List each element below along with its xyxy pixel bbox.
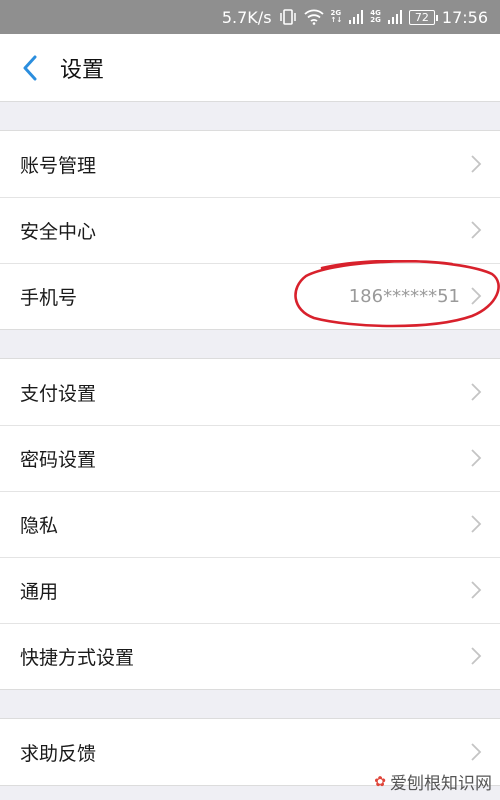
- chevron-right-icon: [470, 286, 482, 306]
- network-2g-label: 2G ↑↓: [330, 9, 343, 24]
- settings-group-general: 支付设置 密码设置 隐私 通用 快捷方式设置: [0, 358, 500, 690]
- battery-icon: 72: [408, 9, 438, 25]
- settings-item-account-management[interactable]: 账号管理: [0, 131, 500, 197]
- chevron-right-icon: [470, 220, 482, 240]
- settings-item-shortcuts[interactable]: 快捷方式设置: [0, 623, 500, 689]
- settings-item-password[interactable]: 密码设置: [0, 425, 500, 491]
- chevron-right-icon: [470, 448, 482, 468]
- wifi-icon: [303, 9, 324, 25]
- back-button[interactable]: [0, 34, 60, 102]
- watermark: ✿ 爱刨根知识网: [374, 769, 492, 795]
- back-arrow-icon: [23, 55, 37, 80]
- settings-item-phone-number[interactable]: 手机号 186******51: [0, 263, 500, 329]
- settings-group-account: 账号管理 安全中心 手机号 186******51: [0, 130, 500, 330]
- settings-item-payment[interactable]: 支付设置: [0, 359, 500, 425]
- chevron-right-icon: [470, 742, 482, 762]
- chevron-right-icon: [470, 514, 482, 534]
- chevron-right-icon: [470, 382, 482, 402]
- item-label: 通用: [20, 580, 59, 603]
- item-label: 快捷方式设置: [20, 646, 135, 669]
- item-label: 账号管理: [20, 154, 97, 177]
- settings-item-privacy[interactable]: 隐私: [0, 491, 500, 557]
- phone-number-value: 186******51: [348, 285, 460, 307]
- status-bar: 5.7K/s 2G ↑↓ 4G 2G 72 17:56: [0, 0, 500, 34]
- item-label: 支付设置: [20, 382, 97, 405]
- network-speed: 5.7K/s: [221, 7, 272, 27]
- item-label: 密码设置: [20, 448, 97, 471]
- item-label: 安全中心: [20, 220, 97, 243]
- settings-item-security-center[interactable]: 安全中心: [0, 197, 500, 263]
- signal-icon-secondary: [387, 10, 402, 24]
- chevron-right-icon: [470, 154, 482, 174]
- watermark-logo-icon: ✿: [374, 773, 386, 790]
- clock: 17:56: [441, 7, 488, 27]
- signal-icon: [349, 10, 364, 24]
- chevron-right-icon: [470, 646, 482, 666]
- header: 设置: [0, 34, 500, 102]
- item-label: 隐私: [20, 514, 59, 537]
- item-label: 手机号: [20, 286, 78, 309]
- settings-item-general[interactable]: 通用: [0, 557, 500, 623]
- page-title: 设置: [60, 57, 105, 83]
- vibrate-icon: [279, 9, 297, 25]
- network-4g-label: 4G 2G: [370, 9, 381, 24]
- watermark-text: 爱刨根知识网: [390, 774, 492, 794]
- chevron-right-icon: [470, 580, 482, 600]
- item-label: 求助反馈: [20, 742, 97, 765]
